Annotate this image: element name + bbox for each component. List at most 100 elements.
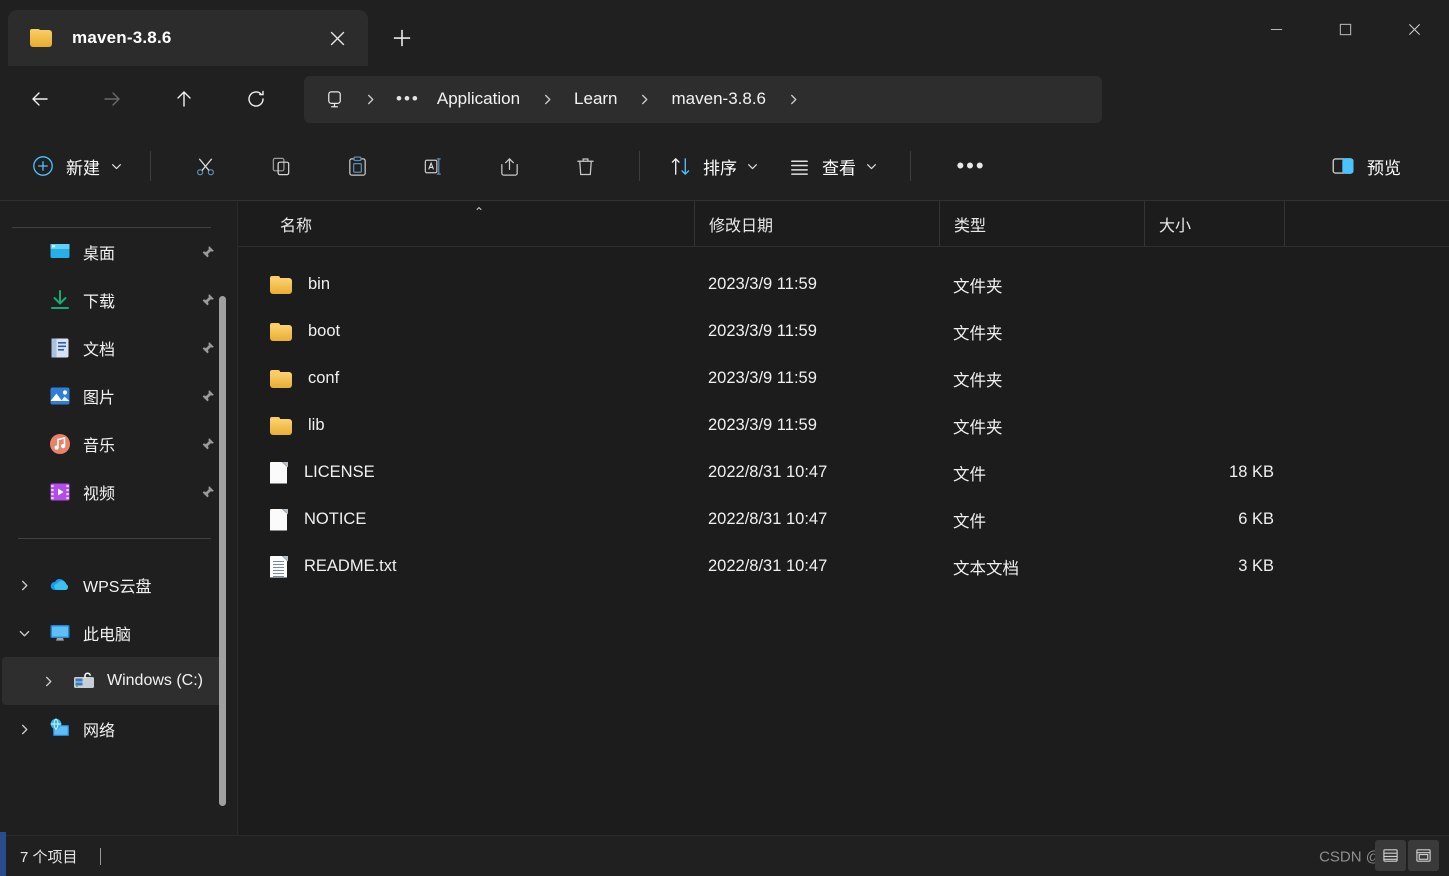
up-button[interactable]	[162, 77, 206, 121]
sort-button[interactable]: 排序	[656, 145, 769, 187]
file-type: 文本文档	[953, 559, 1019, 578]
title-bar: maven-3.8.6	[0, 0, 1449, 66]
file-date: 2023/3/9 11:59	[708, 275, 817, 293]
breadcrumb[interactable]: ••• Application Learn maven-3.8.6	[304, 75, 1102, 123]
chevron-right-icon[interactable]	[775, 94, 811, 105]
table-row[interactable]: boot 2023/3/9 11:59 文件夹	[238, 308, 1449, 355]
chevron-right-icon[interactable]	[34, 667, 62, 695]
table-row[interactable]: lib 2023/3/9 11:59 文件夹	[238, 402, 1449, 449]
rename-icon[interactable]	[411, 145, 455, 187]
sidebar-scrollbar[interactable]	[219, 296, 226, 806]
chevron-right-icon[interactable]	[10, 715, 38, 743]
downloads-icon	[48, 288, 72, 312]
scissors-icon[interactable]	[183, 145, 227, 187]
breadcrumb-item-maven[interactable]: maven-3.8.6	[663, 85, 776, 113]
close-icon[interactable]	[320, 21, 354, 55]
sidebar-item-label: WPS云盘	[83, 579, 152, 596]
pin-icon[interactable]	[200, 437, 215, 452]
tab-maven[interactable]: maven-3.8.6	[8, 10, 368, 66]
close-button[interactable]	[1380, 0, 1449, 58]
large-icons-view-icon[interactable]	[1408, 840, 1439, 871]
file-rows: bin 2023/3/9 11:59 文件夹 boot 2023/3/9 11:…	[238, 247, 1449, 835]
sidebar-item-network[interactable]: 网络	[2, 705, 223, 753]
file-date: 2023/3/9 11:59	[708, 322, 817, 340]
copy-icon[interactable]	[259, 145, 303, 187]
content-area: 桌面 下载 文档 图片 音乐 视频 WPS云盘 此电脑 Windows (C:)…	[0, 200, 1449, 835]
file-name-cell: boot	[238, 322, 694, 341]
column-header-date[interactable]: 修改日期	[694, 200, 939, 247]
file-explorer-window: maven-3.8.6 ••• Application Learn maven-…	[0, 0, 1449, 876]
sidebar-item-label: 桌面	[83, 246, 116, 263]
new-tab-button[interactable]	[380, 16, 424, 60]
folder-icon	[270, 416, 292, 435]
file-date: 2023/3/9 11:59	[708, 416, 817, 434]
sidebar-item-desktop[interactable]: 桌面	[2, 228, 223, 276]
breadcrumb-item-application[interactable]: Application	[428, 85, 529, 113]
sidebar-item-pictures[interactable]: 图片	[2, 372, 223, 420]
minimize-button[interactable]	[1242, 0, 1311, 58]
chevron-right-icon[interactable]	[627, 94, 663, 105]
this-pc-icon[interactable]	[316, 89, 352, 110]
navigation-bar: ••• Application Learn maven-3.8.6 在 mave…	[0, 66, 1449, 182]
navigation-pane: 桌面 下载 文档 图片 音乐 视频 WPS云盘 此电脑 Windows (C:)…	[0, 200, 237, 835]
sidebar-item-documents[interactable]: 文档	[2, 324, 223, 372]
table-row[interactable]: NOTICE 2022/8/31 10:47 文件 6 KB	[238, 496, 1449, 543]
sidebar-divider	[18, 538, 211, 539]
sidebar-item-wps-cloud[interactable]: WPS云盘	[2, 561, 223, 609]
file-size: 18 KB	[1229, 463, 1274, 481]
view-button[interactable]: 查看	[775, 145, 888, 187]
preview-pane-label: 预览	[1367, 158, 1401, 178]
back-button[interactable]	[18, 77, 62, 121]
pin-icon[interactable]	[200, 389, 215, 404]
trash-icon[interactable]	[563, 145, 607, 187]
new-button[interactable]: 新建	[22, 145, 134, 187]
table-row[interactable]: README.txt 2022/8/31 10:47 文本文档 3 KB	[238, 543, 1449, 590]
column-header-size[interactable]: 大小	[1144, 200, 1284, 247]
breadcrumb-overflow[interactable]: •••	[388, 82, 428, 116]
sidebar-item-music[interactable]: 音乐	[2, 420, 223, 468]
maximize-button[interactable]	[1311, 0, 1380, 58]
pin-icon[interactable]	[200, 341, 215, 356]
chevron-down-icon[interactable]	[10, 619, 38, 647]
column-header-name[interactable]: 名称 ⌃	[238, 201, 694, 247]
clipboard-icon[interactable]	[335, 145, 379, 187]
preview-pane-button[interactable]: 预览	[1320, 145, 1411, 187]
table-row[interactable]: LICENSE 2022/8/31 10:47 文件 18 KB	[238, 449, 1449, 496]
sidebar-item-videos[interactable]: 视频	[2, 468, 223, 516]
more-options-button[interactable]: •••	[949, 145, 993, 187]
sort-button-label: 排序	[703, 158, 737, 178]
file-name-cell: bin	[238, 275, 694, 294]
sidebar-item-downloads[interactable]: 下载	[2, 276, 223, 324]
sidebar-item-label: 网络	[83, 723, 116, 740]
pin-icon[interactable]	[200, 485, 215, 500]
file-size: 6 KB	[1238, 510, 1274, 528]
details-view-icon[interactable]	[1375, 840, 1406, 871]
tab-title: maven-3.8.6	[72, 28, 172, 47]
sidebar-item-windows-c[interactable]: Windows (C:)	[2, 657, 223, 705]
chevron-right-icon[interactable]	[10, 571, 38, 599]
sidebar-item-label: 下载	[83, 294, 116, 311]
pin-icon[interactable]	[200, 245, 215, 260]
command-bar: 新建 排序 查看 ••• 预览	[0, 132, 1449, 200]
table-row[interactable]: conf 2023/3/9 11:59 文件夹	[238, 355, 1449, 402]
forward-button[interactable]	[90, 77, 134, 121]
share-icon[interactable]	[487, 145, 531, 187]
list-lines-icon	[786, 155, 812, 178]
plus-circle-icon	[30, 153, 56, 179]
column-header-type[interactable]: 类型	[939, 200, 1144, 247]
file-type: 文件夹	[953, 277, 1003, 296]
breadcrumb-item-learn[interactable]: Learn	[565, 85, 626, 113]
table-row[interactable]: bin 2023/3/9 11:59 文件夹	[238, 261, 1449, 308]
chevron-right-icon[interactable]	[529, 94, 565, 105]
view-button-label: 查看	[822, 158, 856, 178]
status-divider	[99, 847, 101, 865]
videos-icon	[48, 480, 72, 504]
toolbar-divider	[910, 151, 911, 181]
tab-strip: maven-3.8.6	[0, 0, 424, 66]
refresh-button[interactable]	[234, 77, 278, 121]
chevron-right-icon[interactable]	[352, 94, 388, 105]
pin-icon[interactable]	[200, 293, 215, 308]
chevron-down-icon	[111, 161, 122, 172]
file-date: 2022/8/31 10:47	[708, 463, 828, 481]
sidebar-item-this-pc[interactable]: 此电脑	[2, 609, 223, 657]
